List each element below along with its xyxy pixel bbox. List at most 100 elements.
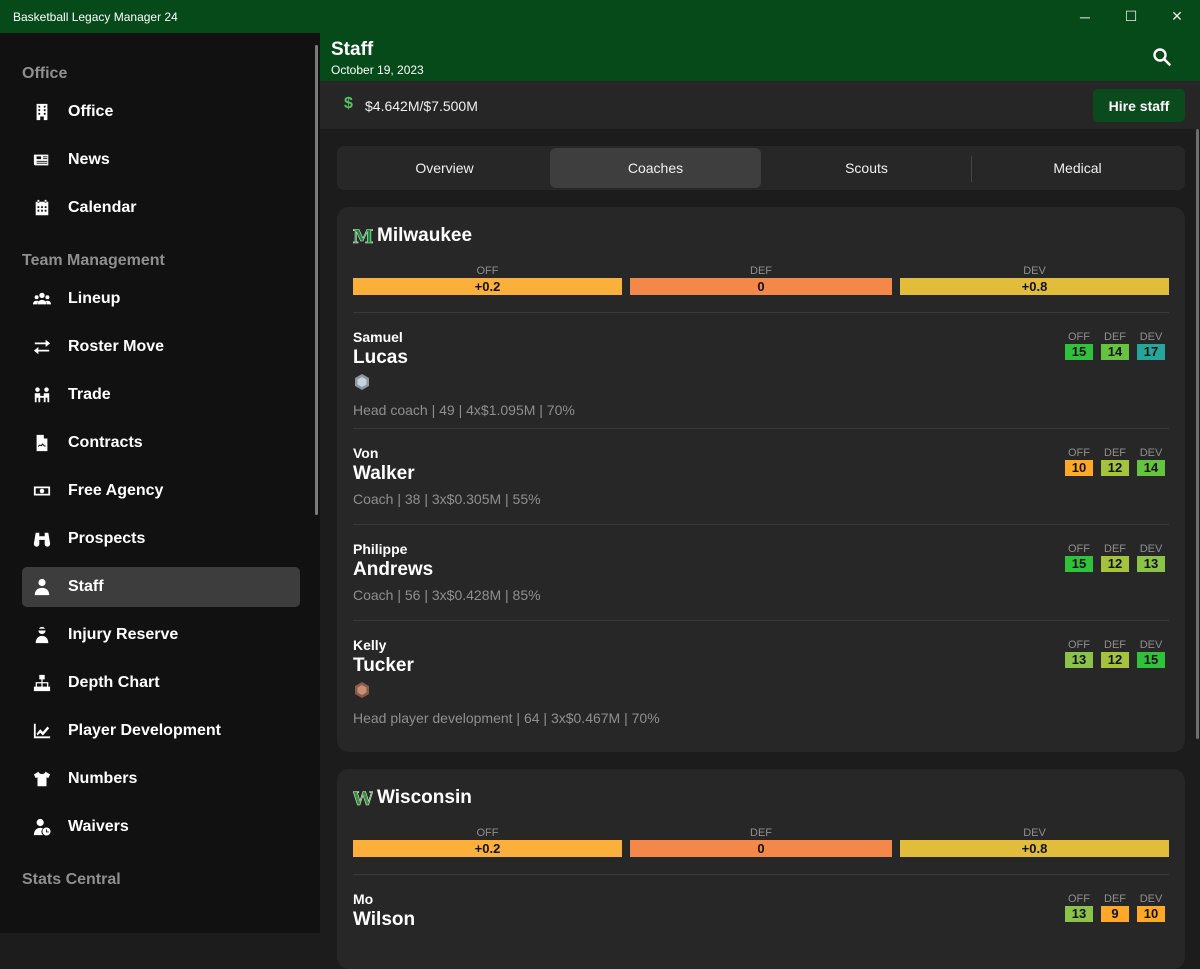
sidebar-item-prospects[interactable]: Prospects	[22, 519, 300, 559]
staff-meta: Coach | 38 | 3x$0.305M | 55%	[353, 491, 541, 507]
rating-label: DEF	[750, 827, 772, 839]
sidebar-item-label: Injury Reserve	[68, 626, 179, 643]
sidebar-item-lineup[interactable]: Lineup	[22, 279, 300, 319]
staff-last-name: Walker	[353, 463, 415, 484]
minimize-button[interactable]: ─	[1062, 0, 1108, 33]
team-name: Wisconsin	[377, 787, 472, 808]
sidebar-item-numbers[interactable]: Numbers	[22, 759, 300, 799]
rating-value: 9	[1101, 906, 1129, 922]
tab-medical[interactable]: Medical	[972, 148, 1183, 188]
rating-label: OFF	[1068, 331, 1090, 343]
staff-row[interactable]: Kelly Tucker Head player development | 64 …	[353, 637, 1169, 726]
sidebar-item-label: Waivers	[68, 818, 129, 835]
staff-ratings: OFF 15 DEF 14 DEV 17	[1061, 331, 1169, 361]
staff-meta: Head player development | 64 | 3x$0.467M…	[353, 710, 660, 726]
rating-value: 17	[1137, 344, 1165, 360]
staff-meta: Coach | 56 | 3x$0.428M | 85%	[353, 587, 541, 603]
rating-value: 12	[1101, 652, 1129, 668]
svg-text:W: W	[353, 788, 373, 808]
rating-label: DEV	[1139, 331, 1163, 343]
sidebar-item-player-development[interactable]: Player Development	[22, 711, 300, 751]
team-logo-icon: M	[353, 226, 373, 246]
sidebar-item-injury-reserve[interactable]: Injury Reserve	[22, 615, 300, 655]
staff-row[interactable]: Samuel Lucas Head coach | 49 | 4x$1.095M |…	[353, 329, 1169, 418]
page-date: October 19, 2023	[331, 63, 424, 77]
staff-rating-off: OFF 10	[1061, 447, 1097, 477]
staff-last-name: Andrews	[353, 559, 434, 580]
sidebar-item-staff[interactable]: Staff	[22, 567, 300, 607]
rating-value: 13	[1137, 556, 1165, 572]
rating-value: 10	[1065, 460, 1093, 476]
team-rating-dev: DEV +0.8	[900, 826, 1169, 857]
staff-rating-def: DEF 12	[1097, 639, 1133, 669]
sidebar-item-label: News	[68, 151, 110, 168]
staff-rating-dev: DEV 14	[1133, 447, 1169, 477]
rating-label: OFF	[1068, 543, 1090, 555]
rating-value: 12	[1101, 556, 1129, 572]
sidebar-item-label: Contracts	[68, 434, 143, 451]
sidebar-item-waivers[interactable]: Waivers	[22, 807, 300, 847]
sidebar-item-trade[interactable]: Trade	[22, 375, 300, 415]
rating-label: OFF	[476, 265, 499, 277]
svg-text:M: M	[353, 226, 373, 246]
sidebar-item-calendar[interactable]: Calendar	[22, 188, 300, 228]
sidebar-item-roster-move[interactable]: Roster Move	[22, 327, 300, 367]
staff-rating-def: DEF 14	[1097, 331, 1133, 361]
user-clock-icon	[32, 817, 52, 837]
sidebar-item-free-agency[interactable]: Free Agency	[22, 471, 300, 511]
rating-value: 10	[1137, 906, 1165, 922]
rating-value: 15	[1137, 652, 1165, 668]
divider	[353, 312, 1169, 313]
rating-label: OFF	[1068, 893, 1090, 905]
rating-value: 12	[1101, 460, 1129, 476]
sidebar-section-header: Team Management	[22, 252, 165, 269]
staff-rating-dev: DEV 17	[1133, 331, 1169, 361]
tab-scouts[interactable]: Scouts	[761, 148, 972, 188]
user-tie-icon	[32, 577, 52, 597]
bronze-badge-icon	[355, 682, 369, 698]
sidebar-item-depth-chart[interactable]: Depth Chart	[22, 663, 300, 703]
sidebar-item-office[interactable]: Office	[22, 92, 300, 132]
staff-rating-dev: DEV 10	[1133, 893, 1169, 923]
users-icon	[32, 289, 52, 309]
search-icon[interactable]	[1152, 47, 1172, 67]
team-name: Milwaukee	[377, 225, 473, 246]
rating-label: DEF	[750, 265, 772, 277]
sidebar-item-label: Numbers	[68, 770, 138, 787]
staff-row[interactable]: Von Walker Coach | 38 | 3x$0.305M | 55% OFF…	[353, 445, 1169, 507]
rating-value: 0	[630, 278, 892, 295]
trade-icon	[32, 385, 52, 405]
staff-ratings: OFF 13 DEF 9 DEV 10	[1061, 893, 1169, 923]
user-injured-icon	[32, 625, 52, 645]
content-scrollbar[interactable]	[1196, 129, 1199, 739]
team-rating-off: OFF +0.2	[353, 264, 622, 295]
hire-staff-button[interactable]: Hire staff	[1093, 89, 1185, 122]
sidebar-scrollbar[interactable]	[315, 45, 318, 515]
tab-overview[interactable]: Overview	[339, 148, 550, 188]
staff-ratings: OFF 10 DEF 12 DEV 14	[1061, 447, 1169, 477]
divider	[353, 620, 1169, 621]
staff-rating-off: OFF 13	[1061, 639, 1097, 669]
rating-label: DEF	[1104, 543, 1126, 555]
staff-row[interactable]: Mo Wilson OFF 13 DEF 9 DEV 10	[353, 891, 1169, 931]
staff-ratings: OFF 13 DEF 12 DEV 15	[1061, 639, 1169, 669]
maximize-button[interactable]: ☐	[1108, 0, 1154, 33]
team-header: W Wisconsin	[353, 787, 472, 809]
staff-rating-dev: DEV 15	[1133, 639, 1169, 669]
sidebar-item-label: Trade	[68, 386, 111, 403]
money-bill-icon	[32, 481, 52, 501]
staff-rating-def: DEF 12	[1097, 543, 1133, 573]
tab-coaches[interactable]: Coaches	[550, 148, 761, 188]
sidebar-item-contracts[interactable]: Contracts	[22, 423, 300, 463]
sidebar-item-news[interactable]: News	[22, 140, 300, 180]
team-rating-def: DEF 0	[630, 826, 892, 857]
budget-bar: $ $4.642M/$7.500M Hire staff	[320, 81, 1200, 129]
sidebar: Office Office News Calendar Team Management L…	[0, 33, 320, 933]
close-button[interactable]: ✕	[1154, 0, 1200, 33]
newspaper-icon	[32, 150, 52, 170]
rating-label: DEV	[1139, 447, 1163, 459]
staff-row[interactable]: Philippe Andrews Coach | 56 | 3x$0.428M | …	[353, 541, 1169, 603]
team-rating-dev: DEV +0.8	[900, 264, 1169, 295]
rating-value: +0.2	[353, 278, 622, 295]
sidebar-item-label: Depth Chart	[68, 674, 160, 691]
